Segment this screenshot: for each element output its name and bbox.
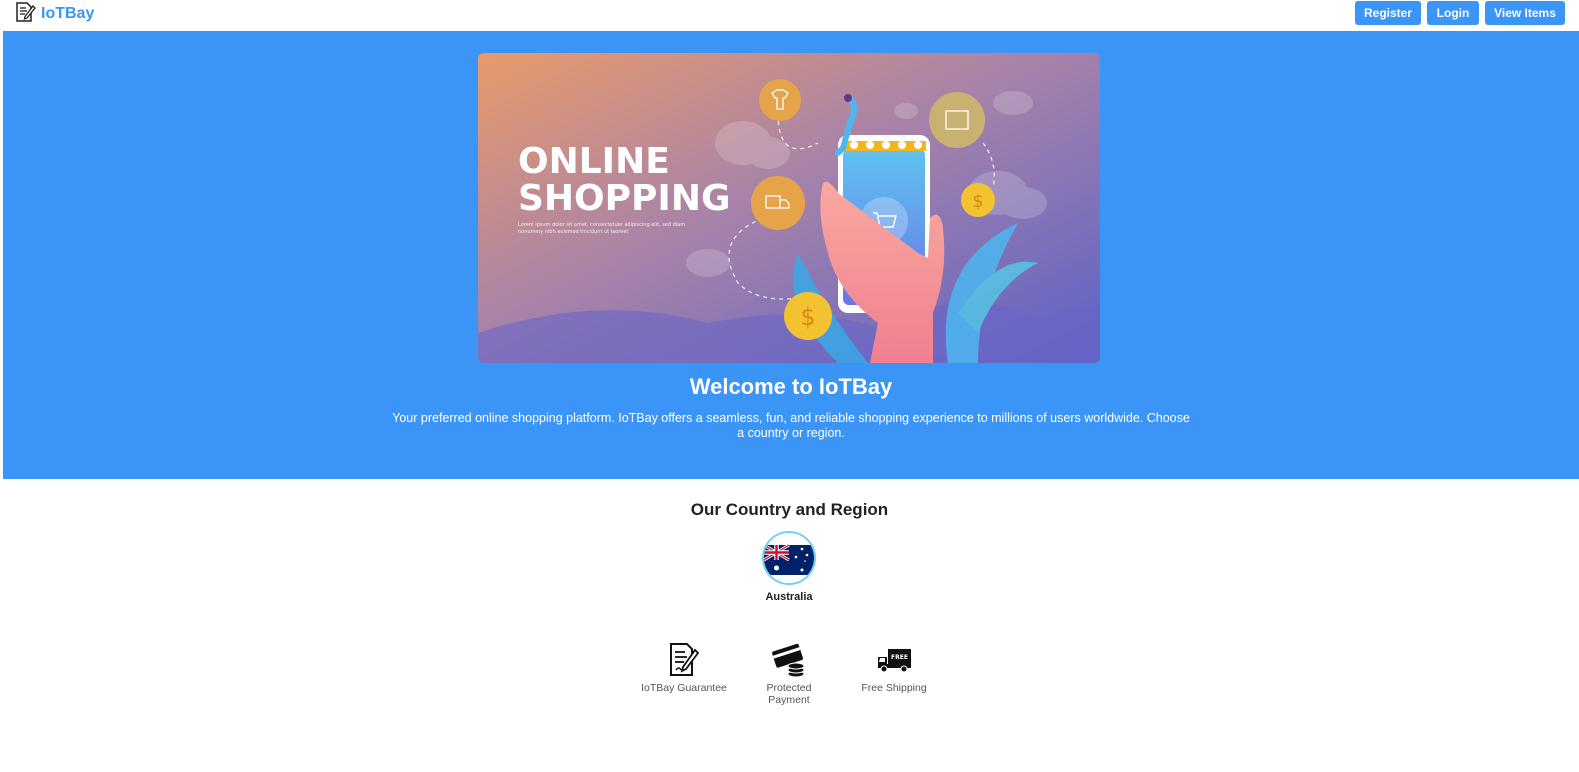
hero-section: ONLINE SHOPPING Lorem ipsum dolor sit am… — [3, 31, 1579, 479]
shipping-label: Free Shipping — [861, 682, 927, 694]
australia-flag-icon — [764, 533, 814, 583]
svg-text:$: $ — [972, 191, 983, 212]
top-navbar: IoTBay Register Login View Items — [0, 0, 1579, 30]
banner-small-text-2: nonummy nibh euismod tincidunt ut laoree… — [518, 229, 628, 235]
banner-small-text-1: Lorem ipsum dolor sit amet, consectetuer… — [518, 222, 685, 228]
brand-name: IoTBay — [41, 5, 95, 22]
online-shopping-banner: ONLINE SHOPPING Lorem ipsum dolor sit am… — [478, 53, 1100, 363]
welcome-title: Welcome to IoTBay — [689, 374, 893, 399]
feature-shipping: FREE Free Shipping — [839, 640, 949, 694]
banner-headline-2: SHOPPING — [518, 178, 731, 219]
welcome-description: Your preferred online shopping platform.… — [392, 411, 1190, 440]
country-label: Australia — [765, 591, 813, 603]
free-shipping-truck-icon: FREE — [839, 640, 949, 680]
document-pen-icon — [14, 1, 36, 28]
payment-label: Protected Payment — [766, 682, 812, 706]
truck-badge-text: FREE — [891, 654, 908, 661]
guarantee-document-icon — [629, 640, 739, 680]
register-button[interactable]: Register — [1355, 1, 1421, 25]
guarantee-label: IoTBay Guarantee — [641, 682, 727, 694]
feature-payment: Protected Payment — [734, 640, 844, 706]
australia-flag-button[interactable] — [762, 531, 816, 585]
svg-text:$: $ — [800, 303, 815, 331]
region-section-title: Our Country and Region — [690, 500, 889, 519]
view-items-button[interactable]: View Items — [1485, 1, 1565, 25]
brand-link[interactable]: IoTBay — [14, 1, 95, 28]
feature-guarantee: IoTBay Guarantee — [629, 640, 739, 694]
card-coins-icon — [734, 640, 844, 680]
banner-headline-1: ONLINE — [518, 141, 670, 182]
login-button[interactable]: Login — [1427, 1, 1479, 25]
